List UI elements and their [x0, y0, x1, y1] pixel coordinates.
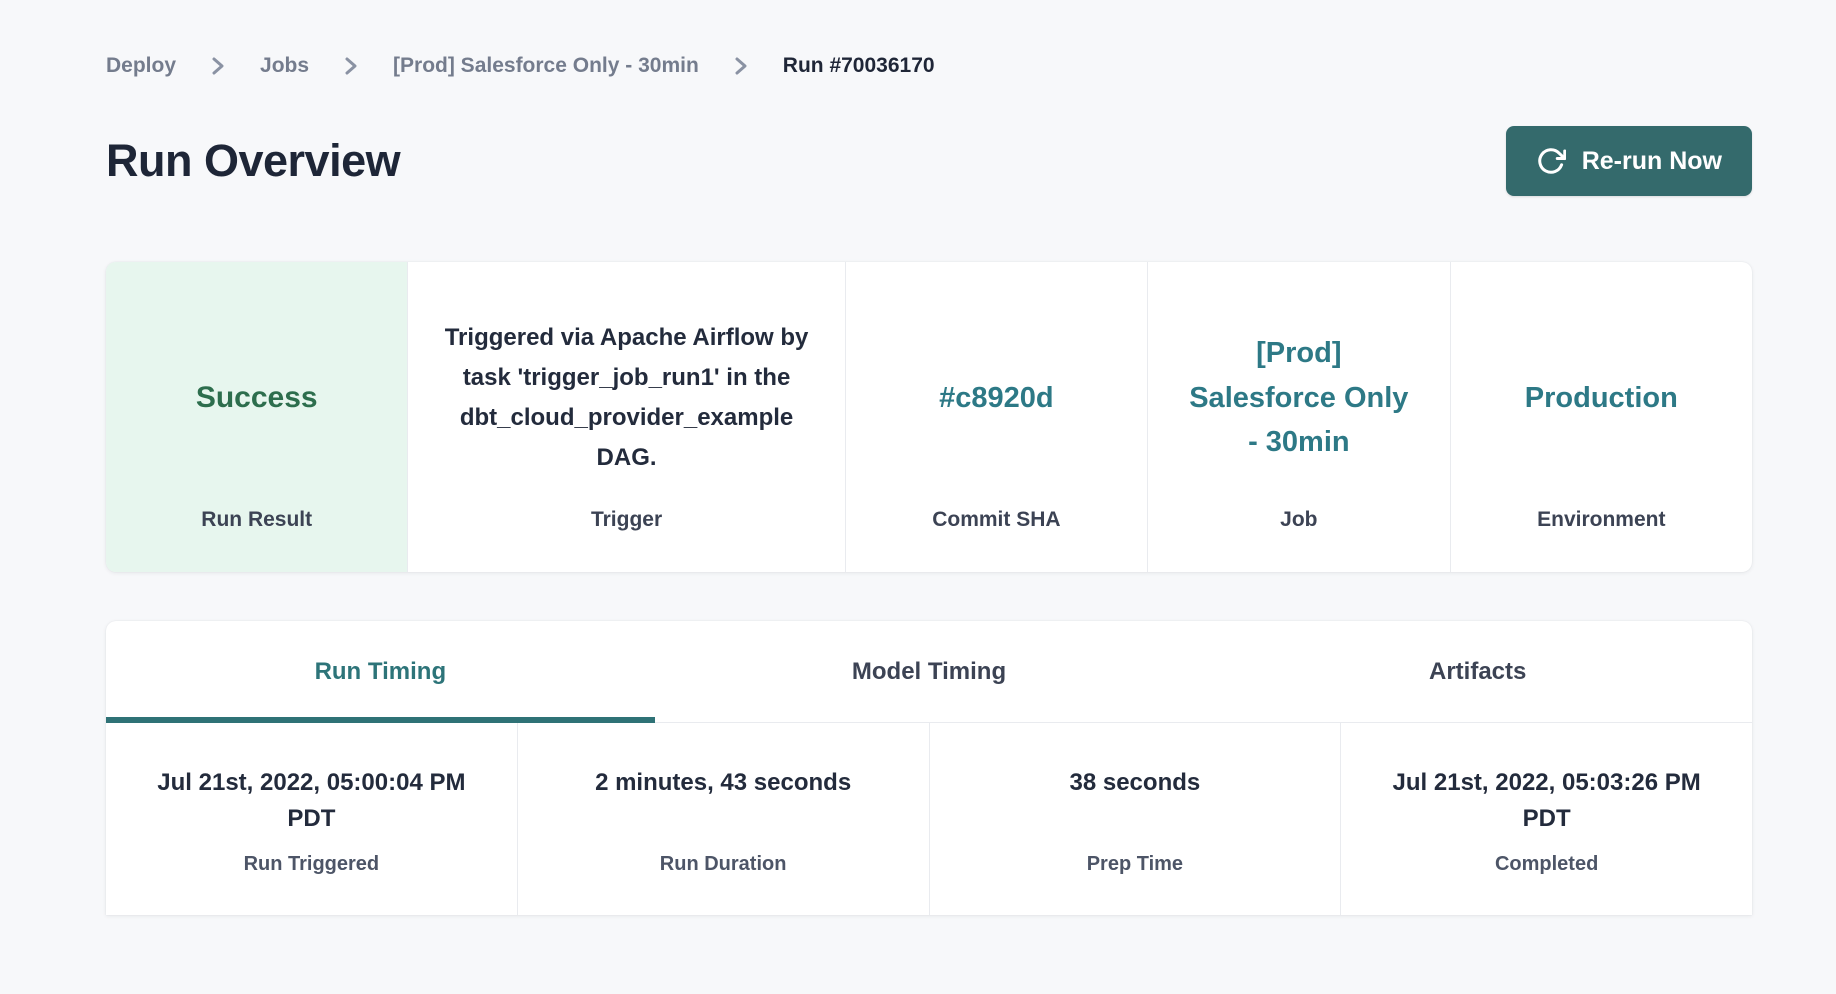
prep-time-cell: 38 seconds Prep Time	[929, 723, 1341, 915]
trigger-card: Triggered via Apache Airflow by task 'tr…	[407, 262, 844, 572]
trigger-value-wrap: Triggered via Apache Airflow by task 'tr…	[408, 262, 844, 508]
tab-run-timing[interactable]: Run Timing	[106, 621, 655, 722]
breadcrumb-item-jobs[interactable]: Jobs	[260, 54, 309, 78]
completed-value: Jul 21st, 2022, 05:03:26 PM PDT	[1341, 765, 1752, 853]
commit-sha-value-wrap: #c8920d	[846, 262, 1147, 508]
run-timing-panel: Run Timing Model Timing Artifacts Jul 21…	[106, 621, 1752, 915]
environment-value-wrap: Production	[1451, 262, 1752, 508]
environment-label: Environment	[1451, 508, 1752, 572]
commit-sha-link[interactable]: #c8920d	[939, 376, 1054, 421]
tab-artifacts-label: Artifacts	[1429, 658, 1526, 686]
run-result-value-wrap: Success	[106, 262, 407, 508]
page-title: Run Overview	[106, 135, 400, 187]
timing-tabs: Run Timing Model Timing Artifacts	[106, 621, 1752, 723]
run-duration-value: 2 minutes, 43 seconds	[518, 765, 929, 853]
active-tab-underline	[106, 717, 655, 723]
rerun-now-button[interactable]: Re-run Now	[1506, 126, 1752, 196]
run-summary-cards: Success Run Result Triggered via Apache …	[106, 262, 1752, 572]
commit-sha-card: #c8920d Commit SHA	[845, 262, 1147, 572]
job-value-wrap: [Prod] Salesforce Only - 30min	[1148, 262, 1449, 508]
job-card: [Prod] Salesforce Only - 30min Job	[1147, 262, 1449, 572]
run-result-label: Run Result	[106, 508, 407, 572]
tab-run-timing-label: Run Timing	[315, 658, 447, 686]
run-timing-cells: Jul 21st, 2022, 05:00:04 PM PDT Run Trig…	[106, 723, 1752, 915]
completed-cell: Jul 21st, 2022, 05:03:26 PM PDT Complete…	[1340, 723, 1752, 915]
run-duration-label: Run Duration	[518, 853, 929, 876]
job-label: Job	[1148, 508, 1449, 572]
tab-model-timing[interactable]: Model Timing	[655, 621, 1204, 722]
breadcrumb-item-deploy[interactable]: Deploy	[106, 54, 176, 78]
run-overview-page: Deploy Jobs [Prod] Salesforce Only - 30m…	[106, 0, 1752, 915]
run-triggered-value: Jul 21st, 2022, 05:00:04 PM PDT	[106, 765, 517, 853]
run-duration-cell: 2 minutes, 43 seconds Run Duration	[517, 723, 929, 915]
breadcrumb-item-run-number: Run #70036170	[783, 54, 935, 78]
environment-link[interactable]: Production	[1525, 376, 1678, 421]
run-triggered-label: Run Triggered	[106, 853, 517, 876]
refresh-clockwise-icon	[1536, 146, 1566, 176]
breadcrumb: Deploy Jobs [Prod] Salesforce Only - 30m…	[106, 54, 1752, 78]
chevron-right-icon	[343, 54, 359, 78]
breadcrumb-item-job-name[interactable]: [Prod] Salesforce Only - 30min	[393, 54, 699, 78]
prep-time-label: Prep Time	[930, 853, 1341, 876]
tab-artifacts[interactable]: Artifacts	[1203, 621, 1752, 722]
prep-time-value: 38 seconds	[930, 765, 1341, 853]
chevron-right-icon	[210, 54, 226, 78]
trigger-label: Trigger	[408, 508, 844, 572]
job-link[interactable]: [Prod] Salesforce Only - 30min	[1188, 331, 1410, 466]
commit-sha-label: Commit SHA	[846, 508, 1147, 572]
rerun-now-button-label: Re-run Now	[1582, 147, 1722, 176]
trigger-value: Triggered via Apache Airflow by task 'tr…	[430, 318, 822, 477]
environment-card: Production Environment	[1450, 262, 1752, 572]
tab-model-timing-label: Model Timing	[852, 658, 1006, 686]
run-triggered-cell: Jul 21st, 2022, 05:00:04 PM PDT Run Trig…	[106, 723, 517, 915]
completed-label: Completed	[1341, 853, 1752, 876]
chevron-right-icon	[733, 54, 749, 78]
run-result-value: Success	[196, 375, 318, 422]
title-row: Run Overview Re-run Now	[106, 126, 1752, 196]
run-result-card: Success Run Result	[106, 262, 407, 572]
